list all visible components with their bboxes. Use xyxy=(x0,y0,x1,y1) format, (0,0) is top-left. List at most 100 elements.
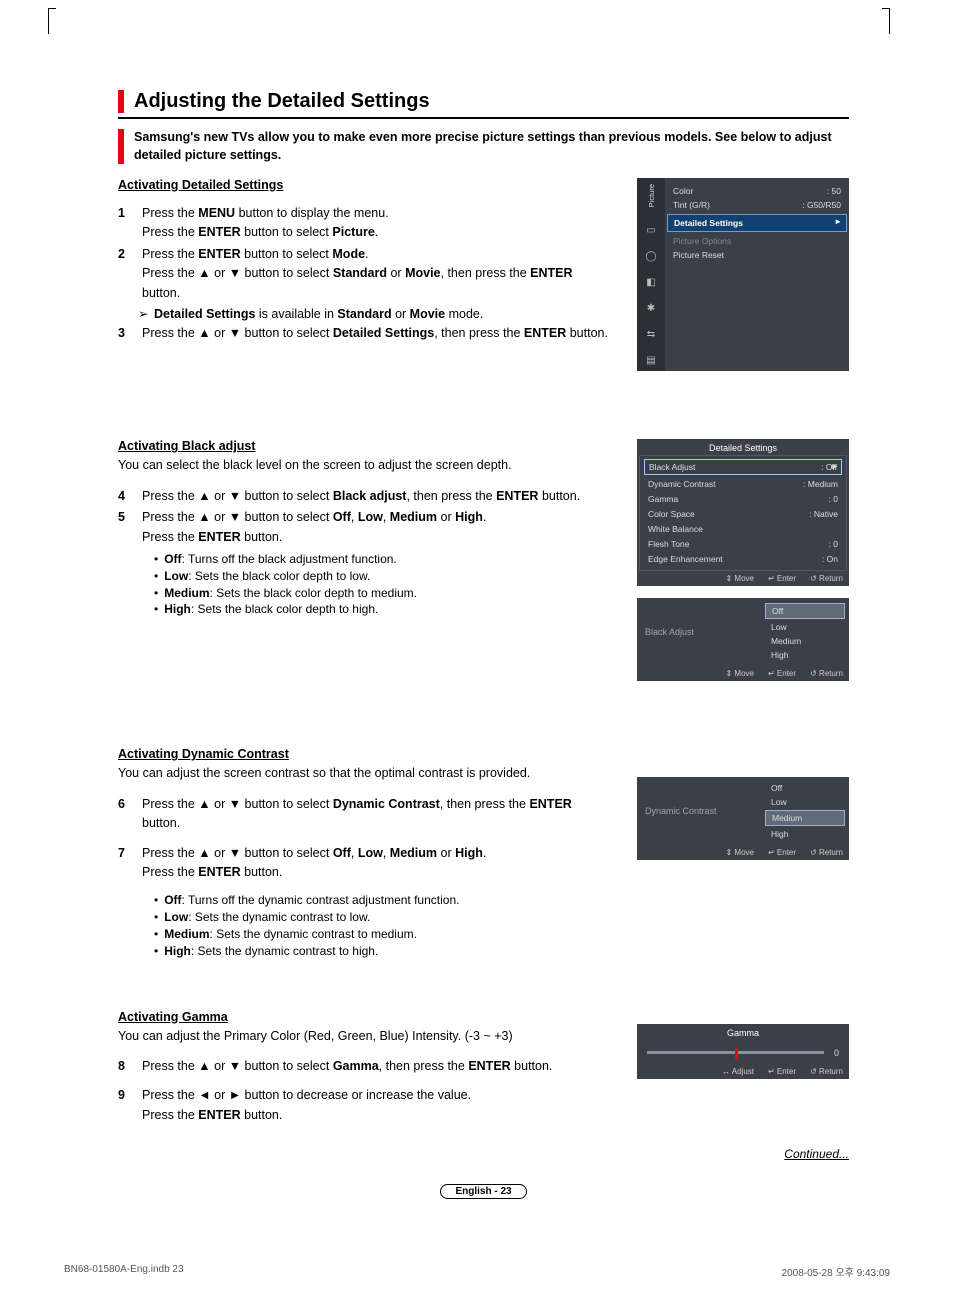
step-number: 2 xyxy=(118,245,142,303)
accent-bar xyxy=(118,90,124,113)
body-text: You can adjust the screen contrast so th… xyxy=(118,765,611,783)
bullet-row: High: Sets the black color depth to high… xyxy=(154,601,611,618)
tab-sound-icon: ◯ xyxy=(643,249,659,263)
updown-icon: ⇕ xyxy=(725,848,732,857)
bullet-row: High: Sets the dynamic contrast to high. xyxy=(154,943,611,960)
side-tab-label: Picture xyxy=(647,184,656,207)
step-row: 7Press the ▲ or ▼ button to select Off, … xyxy=(118,844,611,883)
subsection-heading: Activating Dynamic Contrast xyxy=(118,747,611,761)
black-adjust-panel: Black Adjust Off Low Medium High ⇕ Move … xyxy=(637,598,849,681)
option-label: Dynamic Contrast xyxy=(637,777,763,845)
option-selected: Medium xyxy=(765,810,845,826)
chevron-right-icon: ► xyxy=(834,217,842,226)
menu-row: Color: 50 xyxy=(673,184,841,198)
tab-input-icon: ⇆ xyxy=(643,327,659,341)
step-text: Press the ▲ or ▼ button to select Off, L… xyxy=(142,844,611,883)
note-row: Detailed Settings is available in Standa… xyxy=(142,305,611,324)
return-icon: ↺ xyxy=(810,848,817,857)
leftright-icon: ↔ xyxy=(722,1067,730,1076)
gamma-slider xyxy=(647,1051,824,1054)
step-number: 4 xyxy=(118,487,142,506)
step-row: 6Press the ▲ or ▼ button to select Dynam… xyxy=(118,795,611,834)
picture-menu-panel: Picture ▭ ◯ ◧ ✱ ⇆ ▤ Color: 50 Tint (G/R)… xyxy=(637,178,849,371)
option-item: Medium xyxy=(765,634,845,648)
step-text: Press the ▲ or ▼ button to select Detail… xyxy=(142,324,611,343)
page-number: English - 23 xyxy=(118,1183,849,1199)
intro-block: Samsung's new TVs allow you to make even… xyxy=(118,129,849,164)
gamma-value: 0 xyxy=(834,1048,839,1058)
crop-mark xyxy=(48,8,56,34)
bullet-row: Off: Turns off the dynamic contrast adju… xyxy=(154,892,611,909)
enter-icon: ↵ xyxy=(768,1067,775,1076)
panel-footer: ⇕ Move ↵ Enter ↺ Return xyxy=(637,571,849,586)
list-row: Color Space: Native xyxy=(646,506,840,521)
list-row: Flesh Tone: 0 xyxy=(646,536,840,551)
menu-row: Tint (G/R): G50/R50 xyxy=(673,198,841,212)
bullet-row: Low: Sets the dynamic contrast to low. xyxy=(154,909,611,926)
step-text: Press the ▲ or ▼ button to select Gamma,… xyxy=(142,1057,611,1076)
panel-footer: ⇕ Move ↵ Enter ↺ Return xyxy=(637,845,849,860)
panel-header: Detailed Settings xyxy=(637,439,849,455)
footer-right: 2008-05-28 오후 9:43:09 xyxy=(782,1264,890,1279)
gamma-panel: Gamma 0 ↔ Adjust ↵ Enter ↺ Return xyxy=(637,1024,849,1079)
footer-left: BN68-01580A-Eng.indb 23 xyxy=(64,1264,184,1279)
option-selected: Off xyxy=(765,603,845,619)
crop-mark xyxy=(882,8,890,34)
tab-picture-icon: ▭ xyxy=(643,223,659,237)
enter-icon: ↵ xyxy=(768,669,775,678)
bullet-row: Off: Turns off the black adjustment func… xyxy=(154,551,611,568)
bullet-row: Medium: Sets the black color depth to me… xyxy=(154,585,611,602)
updown-icon: ⇕ xyxy=(725,669,732,678)
step-row: 1 Press the MENU button to display the m… xyxy=(118,204,611,243)
dynamic-contrast-panel: Dynamic Contrast Off Low Medium High ⇕ M… xyxy=(637,777,849,860)
step-row: 8Press the ▲ or ▼ button to select Gamma… xyxy=(118,1057,611,1076)
step-number: 6 xyxy=(118,795,142,834)
list-row-selected: Black Adjust: Off► xyxy=(644,459,842,475)
tab-channel-icon: ◧ xyxy=(643,275,659,289)
tab-setup-icon: ✱ xyxy=(643,301,659,315)
option-item: Off xyxy=(765,781,845,795)
enter-icon: ↵ xyxy=(768,848,775,857)
chevron-right-icon: ► xyxy=(831,461,839,471)
tab-app-icon: ▤ xyxy=(643,353,659,367)
option-item: Low xyxy=(765,620,845,634)
step-text: Press the ▲ or ▼ button to select Off, L… xyxy=(142,508,611,547)
subsection-heading: Activating Black adjust xyxy=(118,439,611,453)
step-row: 3 Press the ▲ or ▼ button to select Deta… xyxy=(118,324,611,343)
step-number: 3 xyxy=(118,324,142,343)
list-row: Gamma: 0 xyxy=(646,491,840,506)
accent-bar xyxy=(118,129,124,164)
body-text: You can select the black level on the sc… xyxy=(118,457,611,475)
option-label: Black Adjust xyxy=(637,598,763,666)
option-item: High xyxy=(765,827,845,841)
menu-side-tabs: Picture ▭ ◯ ◧ ✱ ⇆ ▤ xyxy=(637,178,665,371)
step-text: Press the ▲ or ▼ button to select Black … xyxy=(142,487,611,506)
step-number: 7 xyxy=(118,844,142,883)
step-text: Press the ENTER button to select Mode. P… xyxy=(142,245,611,303)
continued-label: Continued... xyxy=(118,1147,849,1161)
bullet-row: Medium: Sets the dynamic contrast to med… xyxy=(154,926,611,943)
print-footer: BN68-01580A-Eng.indb 23 2008-05-28 오후 9:… xyxy=(64,1264,890,1279)
panel-header: Gamma xyxy=(637,1024,849,1040)
list-row: Edge Enhancement: On xyxy=(646,551,840,566)
step-row: 9Press the ◄ or ► button to decrease or … xyxy=(118,1086,611,1125)
menu-row-selected: Detailed Settings► xyxy=(667,214,847,232)
body-text: You can adjust the Primary Color (Red, G… xyxy=(118,1028,611,1046)
updown-icon: ⇕ xyxy=(725,574,732,583)
subsection-heading: Activating Gamma xyxy=(118,1010,611,1024)
page-title-block: Adjusting the Detailed Settings xyxy=(118,90,849,119)
page-title: Adjusting the Detailed Settings xyxy=(134,90,430,113)
option-item: Low xyxy=(765,795,845,809)
menu-row: Picture Options xyxy=(673,234,841,248)
bullet-row: Low: Sets the black color depth to low. xyxy=(154,568,611,585)
intro-text: Samsung's new TVs allow you to make even… xyxy=(134,129,849,164)
menu-row: Picture Reset xyxy=(673,248,841,262)
step-row: 4Press the ▲ or ▼ button to select Black… xyxy=(118,487,611,506)
step-number: 8 xyxy=(118,1057,142,1076)
step-row: 5Press the ▲ or ▼ button to select Off, … xyxy=(118,508,611,547)
step-text: Press the ◄ or ► button to decrease or i… xyxy=(142,1086,611,1125)
return-icon: ↺ xyxy=(810,669,817,678)
detailed-settings-panel: Detailed Settings Black Adjust: Off► Dyn… xyxy=(637,439,849,586)
list-row: White Balance xyxy=(646,521,840,536)
step-text: Press the ▲ or ▼ button to select Dynami… xyxy=(142,795,611,834)
